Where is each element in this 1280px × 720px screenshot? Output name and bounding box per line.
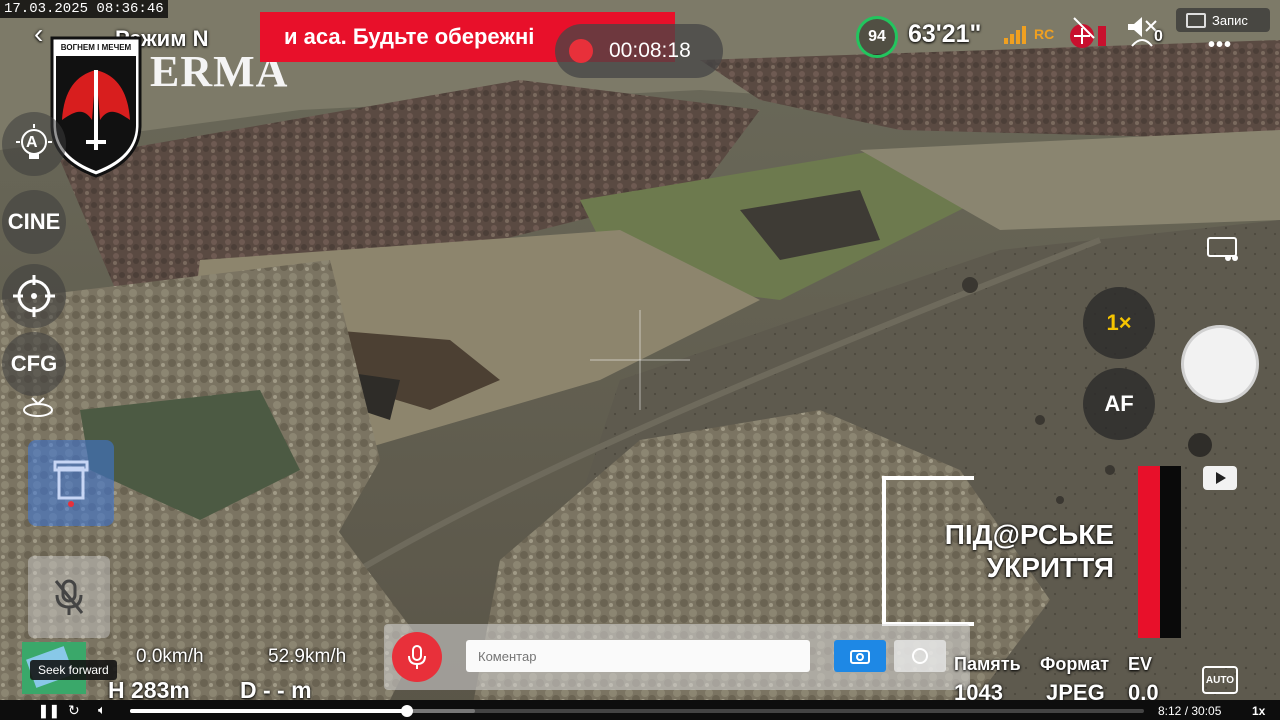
vertical-speed: 0.0km/h (136, 646, 204, 667)
satellite-icon (1070, 17, 1106, 48)
seek-played (130, 709, 407, 713)
seek-thumb[interactable] (400, 705, 413, 717)
battery-gauge: 94 (856, 16, 898, 58)
mute-count: 0 (1154, 28, 1163, 45)
auto-mode-label: AUTO (1205, 674, 1235, 686)
flight-time: 63'21" (908, 20, 982, 48)
recording-time: 00:08:18 (609, 39, 691, 62)
aerial-landscape (0, 0, 1280, 720)
map-swap-glyph-icon (1207, 237, 1238, 261)
mic-muted-button[interactable] (28, 556, 110, 638)
cine-button[interactable]: CINE (2, 190, 66, 254)
mic-off-icon (54, 579, 84, 615)
rc-label: RC (1034, 26, 1055, 42)
gps-warning-icon[interactable] (1068, 16, 1112, 52)
playback-speed[interactable]: 1x (1252, 704, 1265, 718)
autofocus-button[interactable]: AF (1083, 368, 1155, 440)
auto-mode-button[interactable]: AUTO (1202, 666, 1238, 694)
record-button[interactable]: Запис (1176, 8, 1270, 32)
comment-mic-button[interactable] (392, 632, 442, 682)
more-dots-icon[interactable]: ••• (1208, 34, 1232, 57)
target-button[interactable] (2, 264, 66, 328)
drone-landing-icon[interactable] (20, 392, 56, 418)
autofocus-label: AF (1104, 391, 1134, 416)
cfg-button[interactable]: CFG (2, 332, 66, 396)
zoom-label: 1× (1106, 310, 1132, 335)
battery-percent: 94 (868, 28, 886, 45)
mic-icon (408, 645, 426, 669)
home-point-marker[interactable] (28, 440, 114, 526)
crosshair-target-icon (13, 275, 55, 317)
pause-icon[interactable]: ❚❚ (38, 703, 60, 719)
comment-send-button[interactable] (894, 640, 946, 672)
flag-red-stripe (1138, 466, 1160, 638)
ev-label: EV (1128, 654, 1153, 674)
horizontal-speed: 52.9km/h (268, 646, 347, 667)
send-icon (912, 648, 928, 664)
comment-input[interactable] (466, 640, 810, 672)
signal-strength-icon (1004, 26, 1026, 44)
tower-icon (53, 460, 89, 507)
cfg-label: CFG (10, 351, 58, 376)
alert-text: и аса. Будьте обережні (284, 24, 535, 49)
playback-button[interactable] (1203, 466, 1237, 490)
watermark-line-2: УКРИТТЯ (986, 552, 1114, 583)
auto-exposure-label: A (26, 134, 38, 151)
player-time: 8:12 / 30:05 (1158, 704, 1222, 718)
seek-forward-icon[interactable]: ↻ (68, 702, 80, 719)
play-icon (1216, 472, 1226, 484)
back-chevron-icon[interactable]: ‹ (34, 20, 43, 48)
seek-forward-tooltip: Seek forward (30, 660, 117, 680)
flag-black-stripe (1160, 466, 1181, 638)
auto-exposure-button[interactable]: A (2, 112, 66, 176)
seek-bar[interactable] (130, 705, 1144, 717)
timestamp: 17.03.2025 08:36:46 (0, 0, 168, 18)
memory-label: Память (954, 654, 1021, 674)
volume-icon[interactable]: 🔈︎ (98, 702, 106, 718)
camera-icon (850, 650, 870, 664)
recording-timer: 00:08:18 (555, 24, 723, 78)
emblem-motto: ВОГНЕМ І МЕЧЕМ (60, 43, 132, 52)
format-label: Формат (1040, 654, 1110, 674)
recording-dot-icon (569, 39, 593, 63)
cine-label: CINE (7, 209, 61, 234)
record-label: Запис (1212, 12, 1248, 28)
watermark-line-1: ПІД@РСЬКЕ (944, 519, 1114, 550)
video-camera-icon (1186, 12, 1206, 28)
watermark-text: ПІД@РСЬКЕ УКРИТТЯ (900, 518, 1114, 584)
map-switch-icon[interactable] (1206, 234, 1240, 262)
zoom-button[interactable]: 1× (1083, 287, 1155, 359)
shutter-button[interactable] (1181, 325, 1259, 403)
drone-glyph-icon (23, 397, 53, 417)
comment-camera-button[interactable] (834, 640, 886, 672)
drone-video-frame: 17.03.2025 08:36:46 ‹ Режим N ERMA и аса… (0, 0, 1280, 720)
